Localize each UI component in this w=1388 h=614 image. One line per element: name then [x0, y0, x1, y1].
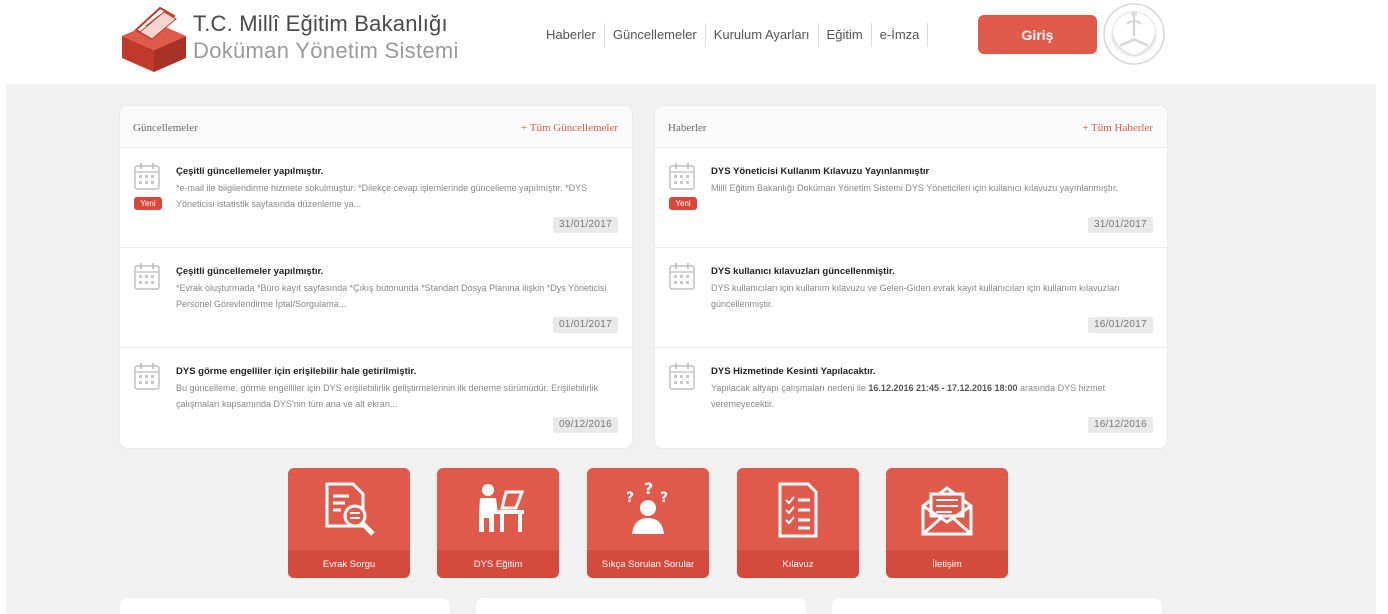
svg-text:?: ?: [644, 480, 653, 498]
calendar-icon: [134, 162, 160, 190]
list-item[interactable]: DYS görme engelliler için erişilebilir h…: [120, 348, 632, 448]
item-title[interactable]: DYS kullanıcı kılavuzları güncellenmişti…: [711, 266, 895, 277]
list-item[interactable]: Yeni Çeşitli güncellemeler yapılmıştır. …: [120, 148, 632, 248]
item-text: Millî Eğitim Bakanlığı Doküman Yönetim S…: [711, 183, 1118, 193]
updates-panel-title: Güncellemeler: [133, 122, 198, 134]
item-date: 31/01/2017: [552, 217, 618, 233]
item-title[interactable]: Çeşitli güncellemeler yapılmıştır.: [176, 166, 323, 177]
nav-item-guncellemeler[interactable]: Güncellemeler: [605, 23, 706, 47]
nav-item-e-imza[interactable]: e-İmza: [872, 23, 929, 47]
all-updates-link[interactable]: + Tüm Güncellemeler: [521, 122, 618, 134]
site-header: T.C. Millî Eğitim Bakanlığı Doküman Yöne…: [0, 0, 1388, 84]
calendar-icon: [134, 262, 160, 290]
list-item[interactable]: DYS Hizmetinde Kesinti Yapılacaktır. Yap…: [655, 348, 1167, 448]
item-text: Bu güncelleme, görme engelliler için DYS…: [176, 383, 599, 409]
news-panel: Haberler + Tüm Haberler Yeni DYS Yönetic…: [655, 106, 1167, 448]
updates-panel-header: Güncellemeler + Tüm Güncellemeler: [120, 106, 632, 148]
tile-label: Kılavuz: [737, 550, 859, 578]
calendar-icon: [134, 362, 160, 390]
svg-text:?: ?: [626, 490, 634, 506]
tile-evrak-sorgu[interactable]: Evrak Sorgu: [288, 468, 410, 578]
nav-item-kurulum-ayarlari[interactable]: Kurulum Ayarları: [706, 23, 819, 47]
calendar-icon: [669, 362, 695, 390]
nav-item-egitim[interactable]: Eğitim: [819, 23, 872, 47]
dys-box-logo-icon[interactable]: [116, 6, 192, 72]
list-item[interactable]: DYS kullanıcı kılavuzları güncellenmişti…: [655, 248, 1167, 348]
item-text: *Evrak oluşturmada *Büro kayıt sayfasınd…: [176, 283, 607, 309]
svg-text:?: ?: [660, 490, 668, 506]
list-item[interactable]: Yeni DYS Yöneticisi Kullanım Kılavuzu Ya…: [655, 148, 1167, 248]
new-badge: Yeni: [669, 197, 697, 210]
news-panel-header: Haberler + Tüm Haberler: [655, 106, 1167, 148]
bottom-card: [832, 598, 1162, 614]
item-date: 16/01/2017: [1087, 317, 1153, 333]
tile-label: İletişim: [886, 550, 1008, 578]
bottom-card: [120, 598, 450, 614]
meb-seal-icon: [1098, 0, 1170, 68]
news-panel-title: Haberler: [668, 122, 707, 134]
calendar-icon: [669, 262, 695, 290]
checklist-icon: [768, 480, 828, 540]
calendar-icon: [669, 162, 695, 190]
teacher-desk-icon: [468, 480, 528, 540]
login-button[interactable]: Giriş: [978, 15, 1097, 54]
tile-iletisim[interactable]: İletişim: [886, 468, 1008, 578]
tile-sss[interactable]: ? ? ? Sıkça Sorulan Sorular: [587, 468, 709, 578]
item-title[interactable]: DYS Yöneticisi Kullanım Kılavuzu Yayınla…: [711, 166, 929, 177]
tile-kilavuz[interactable]: Kılavuz: [737, 468, 859, 578]
item-date: 01/01/2017: [552, 317, 618, 333]
item-text: *e-mail ile bilgilendirme hizmete sokulm…: [176, 183, 588, 209]
list-item[interactable]: Çeşitli güncellemeler yapılmıştır. *Evra…: [120, 248, 632, 348]
tile-label: DYS Eğitim: [437, 550, 559, 578]
envelope-icon: [917, 480, 977, 540]
bottom-card: [476, 598, 806, 614]
item-date: 09/12/2016: [552, 417, 618, 433]
item-title[interactable]: DYS görme engelliler için erişilebilir h…: [176, 366, 416, 377]
item-text-pre: Yapılacak altyapı çalışmaları nedeni ile: [711, 383, 869, 393]
tile-label: Evrak Sorgu: [288, 550, 410, 578]
all-news-link[interactable]: + Tüm Haberler: [1082, 122, 1153, 134]
tile-label: Sıkça Sorulan Sorular: [587, 550, 709, 578]
question-person-icon: ? ? ?: [618, 479, 678, 540]
top-nav: Haberler Güncellemeler Kurulum Ayarları …: [538, 20, 929, 50]
brand-subtitle: Doküman Yönetim Sistemi: [193, 38, 459, 63]
new-badge: Yeni: [134, 197, 162, 210]
updates-panel: Güncellemeler + Tüm Güncellemeler Yeni Ç…: [120, 106, 632, 448]
tile-dys-egitim[interactable]: DYS Eğitim: [437, 468, 559, 578]
item-title[interactable]: DYS Hizmetinde Kesinti Yapılacaktır.: [711, 366, 876, 377]
item-date: 31/01/2017: [1087, 217, 1153, 233]
document-search-icon: [319, 480, 379, 540]
item-date: 16/12/2016: [1087, 417, 1153, 433]
item-text: Yapılacak altyapı çalışmaları nedeni ile…: [711, 380, 1159, 412]
item-text: DYS kullanıcıları için kullanım kılavuzu…: [711, 283, 1120, 309]
item-title[interactable]: Çeşitli güncellemeler yapılmıştır.: [176, 266, 323, 277]
item-text-bold: 16.12.2016 21:45 - 17.12.2016 18:00: [868, 383, 1018, 393]
brand-title: T.C. Millî Eğitim Bakanlığı: [193, 11, 448, 36]
nav-item-haberler[interactable]: Haberler: [538, 23, 605, 47]
